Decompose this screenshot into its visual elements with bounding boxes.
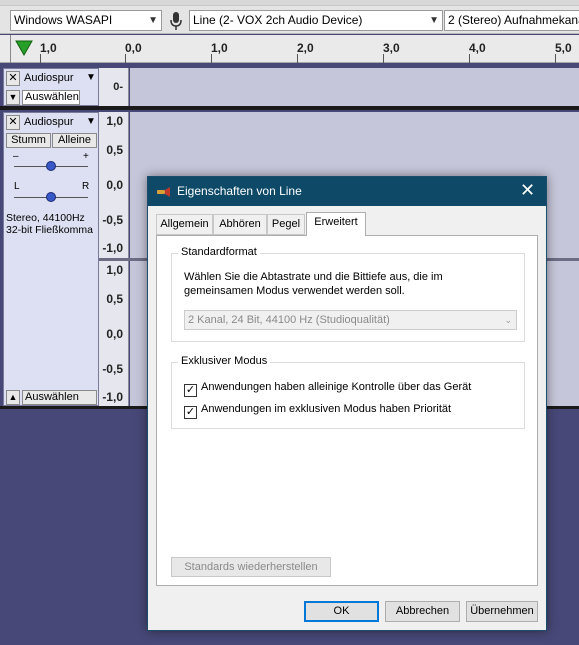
checkbox-checked-icon[interactable]: ✓	[184, 406, 197, 419]
pan-slider-handle[interactable]	[46, 192, 56, 202]
recording-device-select[interactable]: Line (2- VOX 2ch Audio Device) ▼	[189, 10, 443, 31]
ruler-tick	[211, 54, 212, 63]
option-label: Anwendungen im exklusiven Modus haben Pr…	[201, 403, 452, 415]
tab-pegel[interactable]: Pegel	[267, 214, 305, 235]
timeline-ruler[interactable]: 1,0 0,0 1,0 2,0 3,0 4,0 5,0	[0, 35, 579, 63]
group-title: Standardformat	[178, 246, 260, 258]
properties-dialog: Eigenschaften von Line ✕ Allgemein Abhör…	[147, 176, 547, 631]
option-label: Anwendungen haben alleinige Kontrolle üb…	[201, 381, 472, 393]
chevron-down-icon: ⌄	[504, 315, 512, 325]
ruler-tick	[555, 54, 556, 63]
ruler-label: 1,0	[40, 41, 57, 55]
scale-label: 0,5	[106, 292, 123, 306]
gain-slider-handle[interactable]	[46, 161, 56, 171]
standard-format-group: Standardformat Wählen Sie die Abtastrate…	[171, 246, 525, 342]
collapse-icon[interactable]: ▲	[6, 390, 20, 405]
track-name[interactable]: Audiospur	[24, 116, 74, 128]
ruler-tick	[297, 54, 298, 63]
ruler-label: 2,0	[297, 41, 314, 55]
gain-minus-label: –	[13, 151, 19, 162]
ruler-divider	[10, 35, 11, 63]
track-menu-icon[interactable]: ▼	[86, 72, 96, 83]
ruler-label: 3,0	[383, 41, 400, 55]
audio-host-value: Windows WASAPI	[14, 13, 113, 27]
close-icon[interactable]: ✕	[6, 71, 20, 86]
vertical-scale: 1,0 0,5 0,0 -0,5 -1,0	[99, 112, 129, 258]
scale-label: -1,0	[102, 390, 123, 404]
restore-defaults-button[interactable]: Standards wiederherstellen	[171, 557, 331, 577]
standard-format-description: Wählen Sie die Abtastrate und die Bittie…	[184, 271, 443, 297]
ruler-label: 1,0	[211, 41, 228, 55]
checkbox-checked-icon[interactable]: ✓	[184, 384, 197, 397]
ruler-label: 4,0	[469, 41, 486, 55]
scale-label: 1,0	[106, 263, 123, 277]
dialog-title: Eigenschaften von Line	[177, 184, 302, 198]
toolbar-strip	[0, 0, 579, 6]
track-name[interactable]: Audiospur	[24, 72, 74, 84]
default-format-value: 2 Kanal, 24 Bit, 44100 Hz (Studioqualitä…	[188, 314, 390, 326]
exclusive-priority-option[interactable]: ✓ Anwendungen im exklusiven Modus haben P…	[184, 403, 451, 419]
device-toolbar: Windows WASAPI ▼ Line (2- VOX 2ch Audio …	[0, 0, 579, 34]
vertical-scale: 0-	[99, 68, 129, 106]
ruler-label: 0,0	[125, 41, 142, 55]
ruler-tick	[383, 54, 384, 63]
track-control-panel: ✕ Audiospur ▼ ▼ Auswählen	[3, 68, 99, 106]
scale-label: 0-	[113, 81, 123, 93]
pan-right-label: R	[82, 181, 90, 192]
scale-label: 1,0	[106, 114, 123, 128]
audio-host-select[interactable]: Windows WASAPI ▼	[10, 10, 162, 31]
scale-label: 0,0	[106, 178, 123, 192]
close-icon[interactable]: ✕	[520, 180, 535, 200]
tab-page-erweitert: Standardformat Wählen Sie die Abtastrate…	[156, 235, 538, 586]
vertical-scale: 1,0 0,5 0,0 -0,5 -1,0	[99, 261, 129, 406]
track-separator	[0, 106, 579, 110]
track-format-info: Stereo, 44100Hz	[6, 212, 85, 224]
collapse-icon[interactable]: ▼	[6, 90, 20, 105]
pan-left-label: L	[14, 181, 20, 192]
dialog-titlebar[interactable]: Eigenschaften von Line ✕	[148, 177, 546, 206]
microphone-icon	[169, 11, 183, 31]
chevron-down-icon: ▼	[148, 15, 158, 26]
select-track-button[interactable]: Auswählen	[22, 390, 97, 405]
waveform-area[interactable]	[130, 68, 579, 106]
recording-channels-select[interactable]: 2 (Stereo) Aufnahmekanä	[444, 10, 579, 31]
group-title: Exklusiver Modus	[178, 355, 271, 367]
tab-erweitert[interactable]: Erweitert	[306, 212, 366, 236]
chevron-down-icon: ▼	[429, 15, 439, 26]
track-sample-format: 32-bit Fließkomma	[6, 224, 93, 236]
solo-button[interactable]: Alleine	[52, 133, 97, 148]
exclusive-control-option[interactable]: ✓ Anwendungen haben alleinige Kontrolle ü…	[184, 381, 471, 397]
apply-button[interactable]: Übernehmen	[466, 601, 538, 622]
select-track-button[interactable]: Auswählen	[22, 90, 80, 105]
scale-label: 0,5	[106, 143, 123, 157]
cancel-button[interactable]: Abbrechen	[385, 601, 460, 622]
recording-device-value: Line (2- VOX 2ch Audio Device)	[193, 13, 363, 27]
ok-button[interactable]: OK	[304, 601, 379, 622]
ruler-label: 5,0	[555, 41, 572, 55]
track-menu-icon[interactable]: ▼	[86, 116, 96, 127]
recording-channels-value: 2 (Stereo) Aufnahmekanä	[448, 13, 579, 27]
speaker-app-icon	[156, 185, 172, 202]
close-icon[interactable]: ✕	[6, 115, 20, 130]
scale-label: -0,5	[102, 362, 123, 376]
ruler-tick	[125, 54, 126, 63]
scale-label: 0,0	[106, 327, 123, 341]
track-control-panel: ✕ Audiospur ▼ Stumm Alleine – + L R Ster…	[3, 112, 99, 406]
gain-plus-label: +	[83, 151, 89, 162]
ruler-tick	[40, 54, 41, 63]
scale-label: -1,0	[102, 241, 123, 255]
exclusive-mode-group: Exklusiver Modus ✓ Anwendungen haben alle…	[171, 355, 525, 429]
play-head-icon[interactable]	[15, 40, 33, 59]
tab-abhoeren[interactable]: Abhören	[213, 214, 267, 235]
default-format-select: 2 Kanal, 24 Bit, 44100 Hz (Studioqualitä…	[184, 310, 517, 330]
tab-allgemein[interactable]: Allgemein	[156, 214, 213, 235]
scale-label: -0,5	[102, 213, 123, 227]
mute-button[interactable]: Stumm	[6, 133, 51, 148]
ruler-tick	[469, 54, 470, 63]
